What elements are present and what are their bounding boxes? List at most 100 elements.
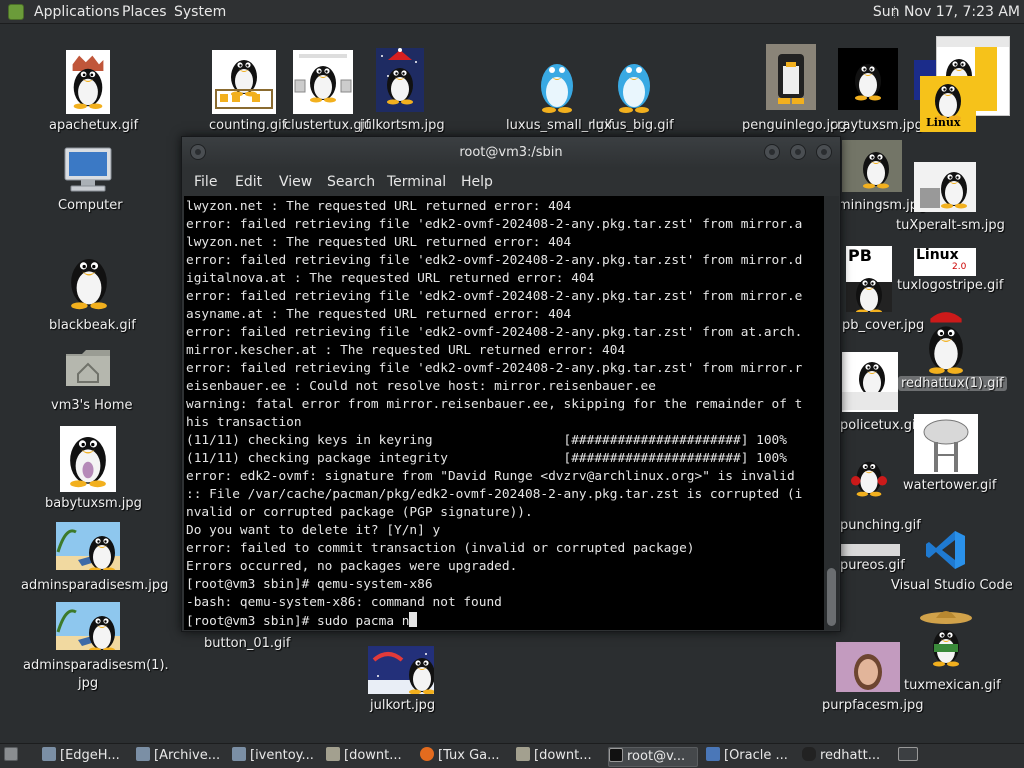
task-label: [downt... — [344, 748, 402, 763]
redhattux-thumbnail — [920, 310, 972, 374]
task-archive[interactable]: [Archive... — [136, 747, 224, 767]
terminal-output[interactable]: lwyzon.net : The requested URL returned … — [184, 196, 824, 630]
linux-tux-thumbnail: Linux — [920, 76, 976, 132]
task-root-terminal[interactable]: root@v... — [608, 747, 698, 767]
menu-help[interactable]: Help — [461, 174, 493, 190]
terminal-line: nvalid or corrupted package (PGP signatu… — [186, 505, 533, 520]
counting-thumbnail — [212, 50, 276, 114]
menu-system[interactable]: System — [174, 4, 226, 20]
menu-edit[interactable]: Edit — [235, 174, 262, 190]
icon-label: tuxmexican.gif — [904, 678, 1001, 693]
maximize-button[interactable] — [790, 144, 806, 160]
menu-places[interactable]: Places — [122, 4, 167, 20]
taskbar: [EdgeH... [Archive... [iventoy... [downt… — [0, 743, 1024, 768]
icon-label: adminsparadisesm.jpg — [21, 578, 169, 593]
tuxperalt-thumbnail — [914, 162, 976, 212]
terminal-menubar: File Edit View Search Terminal Help — [182, 168, 840, 198]
terminal-title: root@vm3:/sbin — [459, 145, 563, 160]
menu-file[interactable]: File — [194, 174, 217, 190]
pb-cover-thumbnail: PB — [846, 246, 892, 312]
task-downt-1[interactable]: [downt... — [326, 747, 412, 767]
icon-label: tuxlogostripe.gif — [897, 278, 1004, 293]
task-label: [iventoy... — [250, 748, 314, 763]
terminal-window[interactable]: root@vm3:/sbin File Edit View Search Ter… — [181, 136, 841, 632]
task-edgeh[interactable]: [EdgeH... — [42, 747, 128, 767]
apachetux-thumbnail — [66, 50, 110, 114]
task-label: [EdgeH... — [60, 748, 120, 763]
terminal-line: error: failed to commit transaction (inv… — [186, 541, 695, 556]
distro-logo-icon[interactable] — [8, 4, 24, 20]
minimize-button[interactable] — [764, 144, 780, 160]
pb-text: PB — [848, 246, 872, 265]
task-label: [Tux Ga... — [438, 748, 500, 763]
icon-label: watertower.gif — [903, 478, 997, 493]
clustertux-thumbnail — [293, 50, 353, 114]
icon-label: button_01.gif — [204, 636, 291, 651]
icon-label: policetux.gif — [840, 418, 921, 433]
icon-label: purpfacesm.jpg — [822, 698, 924, 713]
terminal-line: lwyzon.net : The requested URL returned … — [186, 199, 572, 214]
terminal-line: warning: fatal error from mirror.reisenb… — [186, 397, 803, 412]
miningsm-thumbnail — [842, 140, 902, 192]
punching-thumbnail — [850, 446, 888, 508]
icon-label: punching.gif — [840, 518, 921, 533]
task-label: root@v... — [627, 749, 686, 764]
penguinlego-thumbnail — [766, 44, 816, 110]
task-oracle[interactable]: [Oracle ... — [706, 747, 794, 767]
terminal-scrollbar[interactable] — [824, 196, 839, 630]
virtualbox-icon — [706, 747, 720, 761]
tuxmexican-thumbnail — [918, 608, 974, 674]
luxus-small-thumbnail — [535, 50, 579, 114]
terminal-icon — [609, 748, 623, 762]
task-label: redhatt... — [820, 748, 881, 763]
icon-label: tuXperalt-sm.jpg — [896, 218, 1005, 233]
task-redhatt[interactable]: redhatt... — [802, 747, 888, 767]
icon-label: pureos.gif — [840, 558, 905, 573]
workspace-switcher[interactable] — [898, 747, 922, 767]
adminsparadise-thumbnail — [56, 522, 120, 570]
terminal-line: Errors occurred, no packages were upgrad… — [186, 559, 518, 574]
folder-icon — [516, 747, 530, 761]
terminal-line: (11/11) checking package integrity [####… — [186, 451, 787, 466]
show-desktop-icon — [4, 747, 18, 761]
terminal-line: (11/11) checking keys in keyring [######… — [186, 433, 787, 448]
window-icon — [42, 747, 56, 761]
top-panel: Applications Places System Sun Nov 17, 7… — [0, 0, 1024, 24]
terminal-line: error: edk2-ovmf: signature from "David … — [186, 469, 795, 484]
computer-icon — [63, 146, 113, 194]
task-tux-ga[interactable]: [Tux Ga... — [420, 747, 508, 767]
babytuxsm-thumbnail — [60, 426, 116, 492]
clock[interactable]: Sun Nov 17, 7:23 AM — [873, 4, 1020, 20]
window-icon — [136, 747, 150, 761]
icon-label: babytuxsm.jpg — [45, 496, 142, 511]
menu-search[interactable]: Search — [327, 174, 375, 190]
folder-icon — [326, 747, 340, 761]
menu-applications[interactable]: Applications — [34, 4, 120, 20]
pureos-thumbnail — [840, 544, 900, 556]
window-menu-button[interactable] — [190, 144, 206, 160]
terminal-line: error: failed retrieving file 'edk2-ovmf… — [186, 325, 803, 340]
text-cursor — [409, 612, 418, 627]
blackbeak-thumbnail — [60, 248, 118, 314]
terminal-line: igitalnova.at : The requested URL return… — [186, 271, 595, 286]
terminal-line: lwyzon.net : The requested URL returned … — [186, 235, 572, 250]
terminal-line: error: failed retrieving file 'edk2-ovmf… — [186, 217, 803, 232]
menu-view[interactable]: View — [279, 174, 312, 190]
icon-label-line2: jpg — [78, 676, 99, 691]
task-downt-2[interactable]: [downt... — [516, 747, 602, 767]
terminal-prompt-line[interactable]: [root@vm3 sbin]# sudo pacma n — [186, 612, 824, 630]
close-button[interactable] — [816, 144, 832, 160]
scrollbar-thumb[interactable] — [827, 568, 836, 626]
linux-logo-text: Linux — [916, 248, 959, 263]
terminal-line: mirror.kescher.at : The requested URL re… — [186, 343, 626, 358]
terminal-line: Do you want to delete it? [Y/n] y — [186, 523, 441, 538]
terminal-line: asyname.at : The requested URL returned … — [186, 307, 572, 322]
terminal-titlebar[interactable]: root@vm3:/sbin — [182, 137, 840, 168]
task-iventoy[interactable]: [iventoy... — [232, 747, 318, 767]
workspace-icon — [898, 747, 918, 761]
terminal-line: -bash: qemu-system-x86: command not foun… — [186, 595, 502, 610]
firefox-icon — [420, 747, 434, 761]
show-desktop-button[interactable] — [4, 747, 26, 767]
icon-label: redhattux(1).gif — [898, 376, 1007, 391]
menu-terminal[interactable]: Terminal — [387, 174, 446, 190]
